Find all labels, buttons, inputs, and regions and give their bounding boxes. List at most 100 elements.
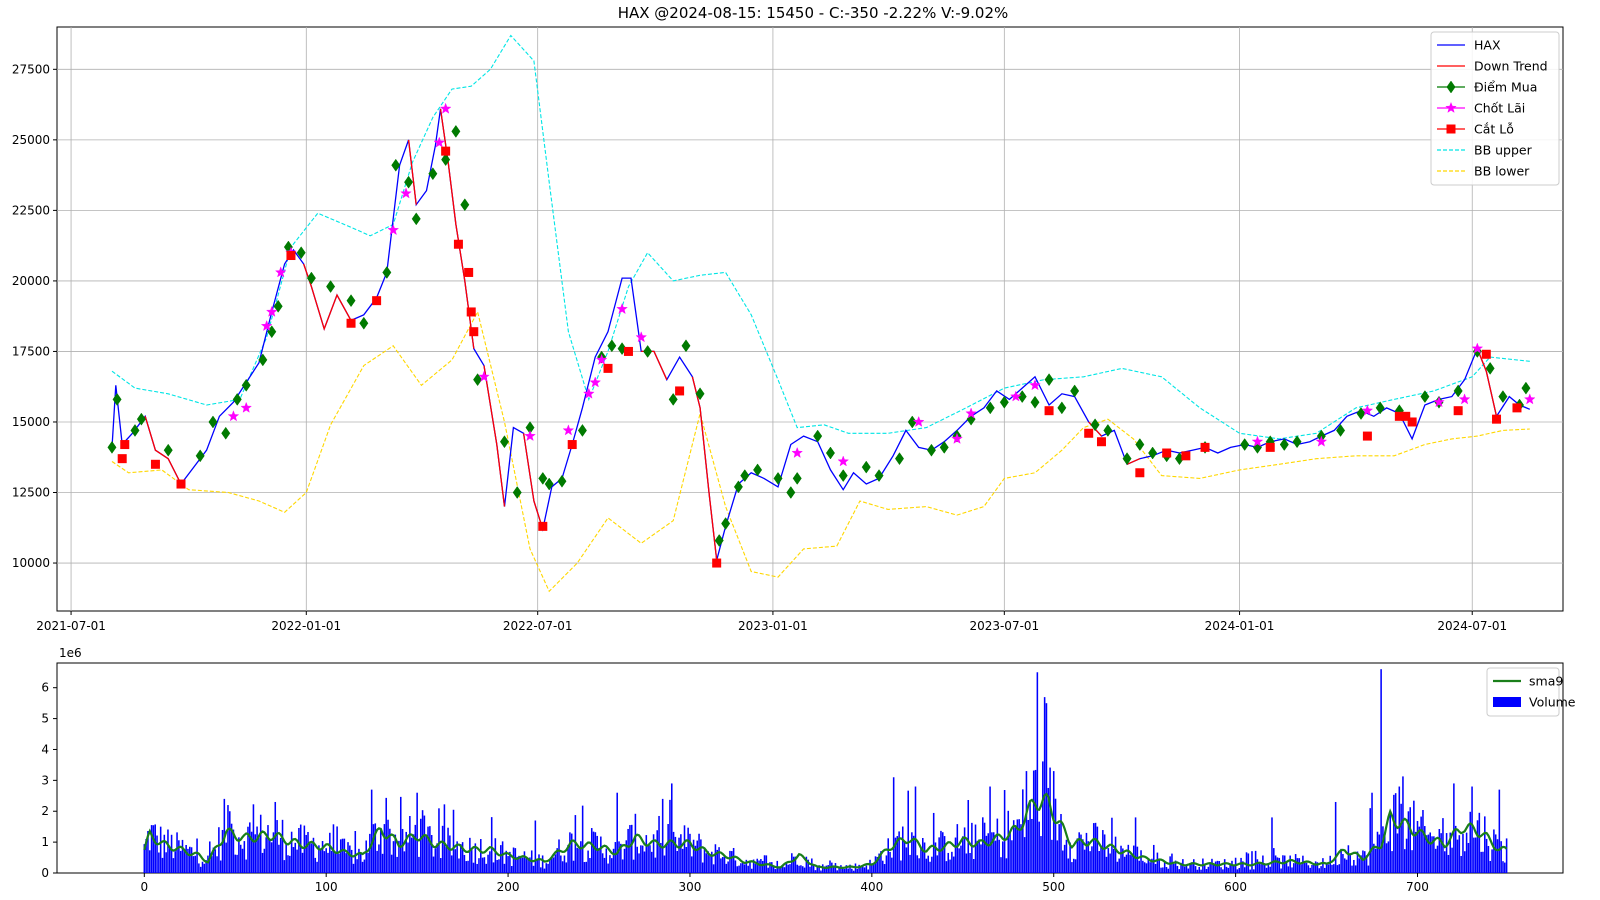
- volume-bar: [401, 828, 404, 873]
- volume-bar: [800, 865, 802, 873]
- volume-bar: [207, 855, 209, 873]
- volume-bar: [1289, 855, 1291, 873]
- volume-bar: [292, 847, 295, 873]
- volume-bar: [569, 832, 571, 873]
- volume-bar: [283, 860, 286, 873]
- volume-bar: [1225, 866, 1228, 873]
- stop-loss-marker: [1181, 451, 1191, 461]
- vol-x-tick-label: 400: [860, 880, 883, 894]
- stop-loss-marker: [1135, 468, 1145, 478]
- volume-bar: [967, 800, 970, 873]
- volume-bar: [576, 847, 578, 873]
- volume-bar: [1371, 792, 1373, 873]
- volume-bar: [820, 870, 822, 873]
- volume-bar: [269, 840, 271, 873]
- volume-bar: [1062, 850, 1064, 873]
- volume-bar: [1098, 851, 1100, 873]
- volume-bar: [989, 786, 991, 873]
- volume-bar: [936, 855, 939, 873]
- volume-bar: [1309, 867, 1311, 873]
- volume-bar: [343, 838, 346, 873]
- volume-bar: [600, 836, 602, 873]
- volume-bar: [225, 842, 227, 873]
- volume-bar: [971, 822, 973, 873]
- volume-bar: [621, 859, 624, 873]
- volume-bar: [1469, 811, 1472, 873]
- volume-bar: [429, 826, 431, 873]
- volume-bar: [714, 844, 717, 873]
- volume-bar: [851, 868, 853, 873]
- volume-bar: [1129, 854, 1131, 873]
- volume-bar: [1351, 865, 1353, 873]
- volume-bar: [1353, 859, 1355, 873]
- volume-bar: [700, 839, 702, 873]
- volume-bar: [1196, 869, 1199, 873]
- volume-bar: [589, 858, 591, 873]
- volume-bar: [1220, 867, 1222, 873]
- volume-bar: [843, 868, 846, 873]
- volume-bar: [154, 824, 156, 873]
- volume-bar: [885, 855, 888, 873]
- volume-bar: [354, 831, 357, 873]
- stop-loss-marker: [441, 146, 451, 156]
- volume-bar: [1456, 839, 1459, 873]
- volume-bar: [960, 845, 962, 873]
- volume-bar: [216, 856, 218, 873]
- volume-bar: [532, 865, 535, 873]
- volume-bar: [347, 842, 349, 873]
- volume-bar: [1453, 783, 1455, 873]
- volume-bar: [874, 856, 877, 873]
- volume-bar: [1436, 845, 1439, 873]
- volume-bar: [1336, 865, 1339, 873]
- volume-bar: [1105, 856, 1108, 873]
- volume-bar: [640, 845, 642, 873]
- stop-loss-marker: [1044, 406, 1054, 416]
- volume-bar: [1194, 866, 1197, 873]
- volume-bar: [594, 832, 597, 873]
- volume-bar: [334, 852, 337, 873]
- volume-bar: [1340, 848, 1342, 873]
- volume-bar: [578, 848, 580, 873]
- volume-bar: [951, 851, 953, 873]
- volume-bar: [1296, 858, 1299, 873]
- volume-bar: [570, 833, 573, 873]
- volume-bar: [927, 855, 929, 873]
- legend-label: HAX: [1474, 38, 1501, 53]
- x-tick-label: 2023-01-01: [738, 619, 808, 633]
- volume-bar: [1260, 864, 1262, 873]
- volume-bar: [1376, 831, 1379, 873]
- volume-bar: [1322, 858, 1324, 873]
- volume-bar: [1385, 843, 1388, 873]
- volume-bar: [158, 852, 160, 873]
- volume-bar: [1254, 850, 1257, 873]
- volume-bar: [705, 853, 708, 873]
- volume-bar: [276, 820, 278, 873]
- volume-bar: [1027, 819, 1030, 873]
- volume-bar: [1203, 864, 1206, 873]
- volume-bar: [616, 792, 618, 873]
- volume-bar: [1438, 829, 1441, 873]
- volume-bar: [427, 826, 429, 873]
- volume-bar: [1118, 858, 1120, 873]
- volume-bar: [869, 859, 871, 873]
- volume-bar: [199, 866, 202, 873]
- volume-bar: [378, 844, 380, 873]
- volume-bar: [496, 859, 498, 873]
- volume-bar: [534, 820, 537, 873]
- volume-bar: [1285, 862, 1288, 873]
- volume-bar: [1131, 855, 1133, 873]
- volume-bar: [301, 852, 304, 873]
- stop-loss-marker: [150, 459, 160, 469]
- volume-bar: [1307, 865, 1310, 873]
- vol-y-tick-label: 5: [41, 712, 49, 726]
- volume-bar: [1049, 767, 1051, 873]
- volume-bar: [1020, 824, 1022, 873]
- volume-bar: [1207, 866, 1210, 873]
- volume-bar: [610, 858, 613, 873]
- volume-bar: [1142, 860, 1144, 873]
- volume-bar: [581, 805, 584, 873]
- volume-bar: [580, 841, 582, 873]
- volume-bar: [1249, 869, 1251, 873]
- volume-bar: [409, 816, 411, 873]
- volume-bar: [1331, 864, 1333, 873]
